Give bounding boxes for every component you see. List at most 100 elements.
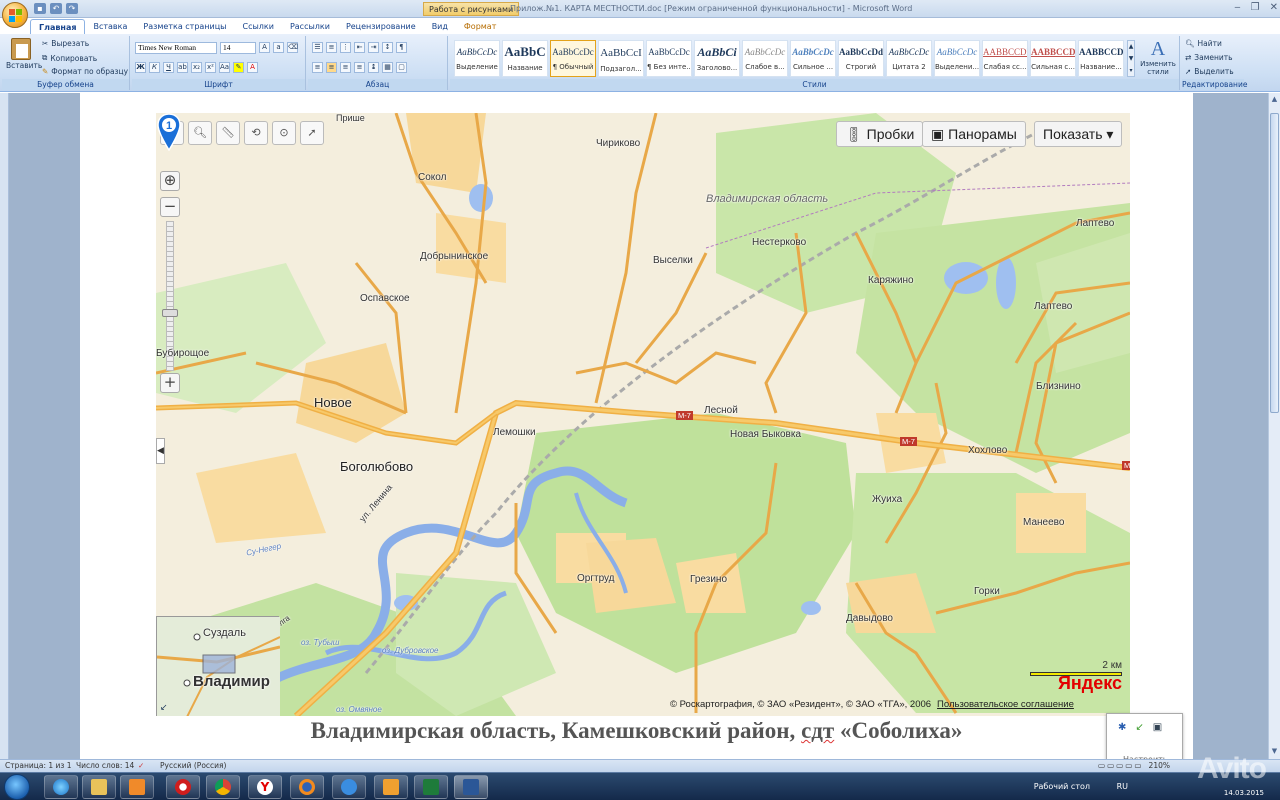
style-item[interactable]: AABBCCDI Слабая сс... [982, 40, 1028, 77]
italic-icon[interactable]: К [149, 62, 160, 73]
minimize-icon[interactable]: ‒ [1234, 2, 1240, 13]
map-image[interactable]: ✋ 🔍︎ 📏︎ ⟲ ⊙ ➚ 🚦︎ Пробки ▣ Панорамы Показ… [156, 113, 1130, 716]
select-button[interactable]: ➚ Выделить [1185, 67, 1234, 76]
style-item[interactable]: AaBbCcDc Цитата 2 [886, 40, 932, 77]
style-item[interactable]: AaBbCcDc Слабое в... [742, 40, 788, 77]
highlight-icon[interactable]: ✎ [233, 62, 244, 73]
clock-date[interactable]: 14.03.2015 [1224, 789, 1264, 797]
media-player-taskbar-icon[interactable] [120, 775, 154, 799]
collapse-panel-icon[interactable]: ◀ [156, 438, 165, 464]
pilcrow-icon[interactable]: ¶ [396, 42, 407, 53]
style-item[interactable]: AaBbCi Заголово... [694, 40, 740, 77]
panoramas-button[interactable]: ▣ Панорамы [922, 121, 1026, 147]
show-dropdown[interactable]: Показать ▾ [1034, 121, 1123, 147]
font-color-icon[interactable]: A [247, 62, 258, 73]
superscript-icon[interactable]: x² [205, 62, 216, 73]
photo-taskbar-icon[interactable] [374, 775, 408, 799]
multilevel-list-icon[interactable]: ⋮ [340, 42, 351, 53]
cut-button[interactable]: ✂ Вырезать [42, 39, 89, 48]
undo-icon[interactable]: ↶ [50, 3, 62, 14]
monitor-icon[interactable]: ▣ [1153, 722, 1162, 733]
save-icon[interactable]: ▪ [34, 3, 46, 14]
change-styles-button[interactable]: A Изменить стили [1138, 38, 1178, 76]
traffic-button[interactable]: 🚦︎ Пробки [836, 121, 924, 147]
firefox-taskbar-icon[interactable] [290, 775, 324, 799]
bullets-icon[interactable]: ☰ [312, 42, 323, 53]
tab-view[interactable]: Вид [424, 19, 456, 34]
align-left-icon[interactable]: ≡ [312, 62, 323, 73]
office-button[interactable] [2, 2, 28, 28]
scroll-up-icon[interactable]: ▲ [1270, 95, 1279, 105]
styles-scroll-icon[interactable]: ▲ ▼ ▾ [1127, 40, 1135, 77]
overview-minimap[interactable]: Суздаль Владимир ↙ [156, 616, 280, 716]
word-taskbar-icon[interactable] [454, 775, 488, 799]
tab-references[interactable]: Ссылки [235, 19, 282, 34]
ruler-icon[interactable]: 📏︎ [216, 121, 240, 145]
zoom-out-icon[interactable]: − [160, 197, 180, 217]
maximize-icon[interactable]: ❐ [1251, 2, 1260, 13]
chrome-taskbar-icon[interactable] [206, 775, 240, 799]
font-size-select[interactable]: 14 [220, 42, 256, 54]
page-count[interactable]: Страница: 1 из 1 [5, 760, 72, 772]
vertical-scrollbar[interactable]: ▲ ▼ [1268, 93, 1280, 759]
tab-mailings[interactable]: Рассылки [282, 19, 338, 34]
subscript-icon[interactable]: x₂ [191, 62, 202, 73]
style-item[interactable]: AABBCCD Сильная с... [1030, 40, 1076, 77]
language-indicator[interactable]: Русский (Россия) [160, 760, 226, 772]
magnifier-icon[interactable]: 🔍︎ [188, 121, 212, 145]
bluetooth-icon[interactable]: ✱ [1118, 722, 1126, 733]
tab-review[interactable]: Рецензирование [338, 19, 424, 34]
ie-taskbar-icon[interactable] [44, 775, 78, 799]
shading-icon[interactable]: ▦ [382, 62, 393, 73]
style-item[interactable]: AaBbCcDc ¶ Без инте... [646, 40, 692, 77]
increase-indent-icon[interactable]: ⇥ [368, 42, 379, 53]
justify-icon[interactable]: ≡ [354, 62, 365, 73]
borders-icon[interactable]: ▢ [396, 62, 407, 73]
style-item[interactable]: AABBCCD Название... [1078, 40, 1124, 77]
clear-format-icon[interactable]: ⌫ [287, 42, 298, 53]
align-center-icon[interactable]: ≡ [326, 62, 337, 73]
shrink-font-icon[interactable]: a [273, 42, 284, 53]
tab-page-layout[interactable]: Разметка страницы [135, 19, 234, 34]
sort-icon[interactable]: ↕ [382, 42, 393, 53]
zoom-level[interactable]: 210% [1149, 760, 1170, 772]
start-button[interactable] [4, 774, 30, 800]
copy-button[interactable]: ⧉ Копировать [42, 53, 97, 63]
style-item[interactable]: AaBbC Название [502, 40, 548, 77]
replace-button[interactable]: ⇄ Заменить [1185, 53, 1233, 62]
style-item[interactable]: AaBbCcDc Выделение [454, 40, 500, 77]
close-icon[interactable]: ✕ [1270, 2, 1278, 13]
word-count[interactable]: Число слов: 14 [76, 760, 134, 772]
safely-remove-icon[interactable]: ↙ [1135, 722, 1143, 733]
redo-icon[interactable]: ↷ [66, 3, 78, 14]
explorer-taskbar-icon[interactable] [82, 775, 116, 799]
spellcheck-icon[interactable]: ✓ [138, 760, 144, 772]
style-item[interactable]: AaBbCcDc Сильное ... [790, 40, 836, 77]
decrease-indent-icon[interactable]: ⇤ [354, 42, 365, 53]
desktop-toolbar[interactable]: Рабочий стол [1034, 782, 1090, 791]
opera-taskbar-icon[interactable] [166, 775, 200, 799]
app-taskbar-icon[interactable] [332, 775, 366, 799]
yandex-browser-taskbar-icon[interactable]: Y [248, 775, 282, 799]
resize-arrow-icon[interactable]: ↙ [160, 703, 168, 713]
format-painter-button[interactable]: ✎ Формат по образцу [42, 67, 128, 76]
style-item[interactable]: AaBbCcI Подзагол... [598, 40, 644, 77]
numbering-icon[interactable]: ≡ [326, 42, 337, 53]
keyboard-language[interactable]: RU [1117, 782, 1128, 791]
align-right-icon[interactable]: ≡ [340, 62, 351, 73]
strikethrough-icon[interactable]: ab [177, 62, 188, 73]
excel-taskbar-icon[interactable] [414, 775, 448, 799]
user-agreement-link[interactable]: Пользовательское соглашение [937, 699, 1074, 710]
style-item[interactable]: AaBbCcDc ¶ Обычный [550, 40, 596, 77]
zoom-knob[interactable] [162, 309, 178, 317]
grow-font-icon[interactable]: A [259, 42, 270, 53]
font-name-select[interactable]: Times New Roman [135, 42, 217, 54]
route-icon[interactable]: ⟲ [244, 121, 268, 145]
style-item[interactable]: AaBbCcDd Строгий [838, 40, 884, 77]
style-item[interactable]: AaBbCcDc Выделени... [934, 40, 980, 77]
view-buttons-icon[interactable]: ▭▭▭▭▭ [1098, 760, 1143, 772]
underline-icon[interactable]: Ч [163, 62, 174, 73]
scroll-down-icon[interactable]: ▼ [1270, 747, 1279, 757]
scroll-thumb[interactable] [1270, 113, 1279, 413]
locate-icon[interactable]: ⊙ [272, 121, 296, 145]
